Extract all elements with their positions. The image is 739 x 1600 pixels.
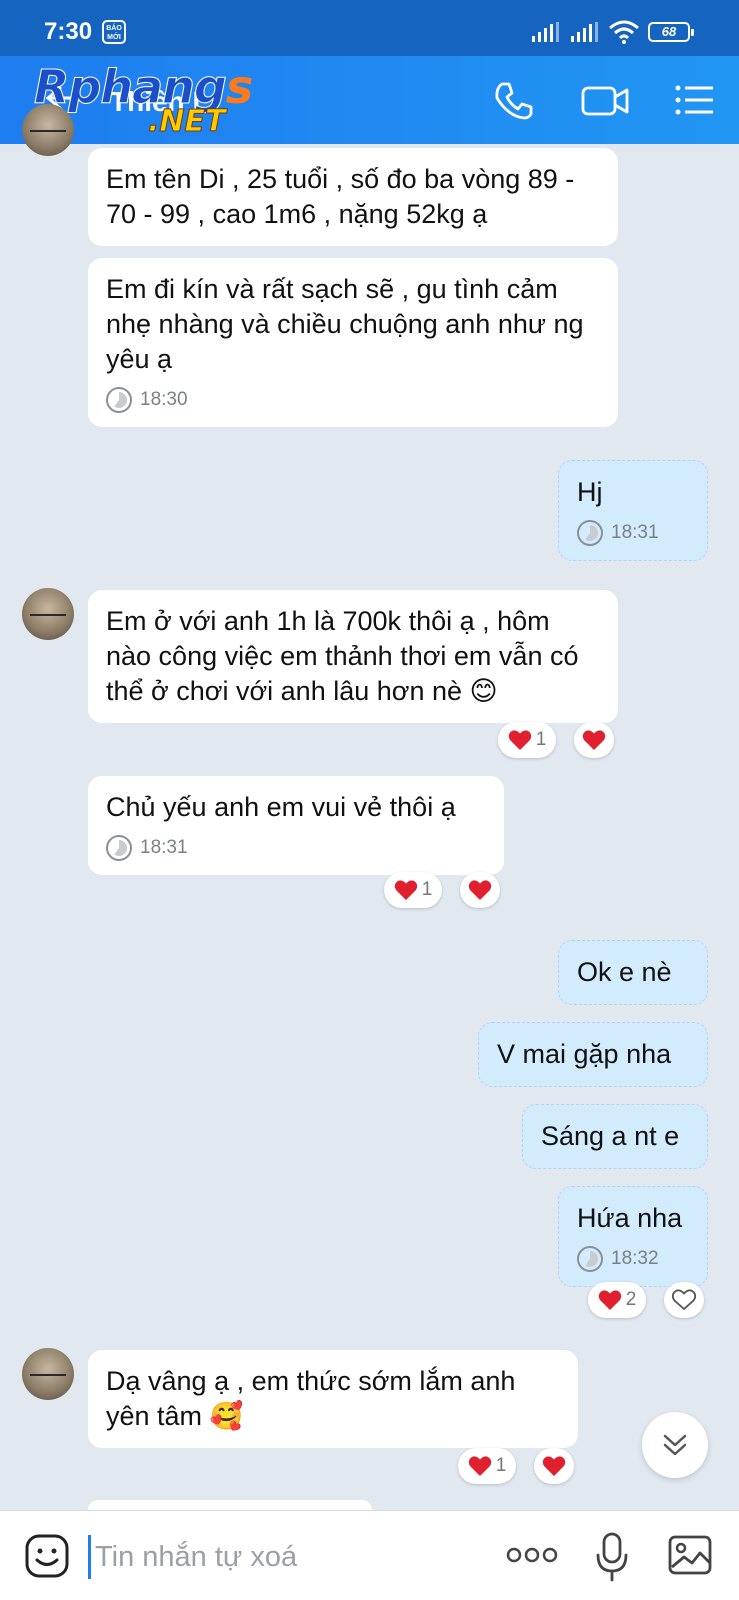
status-time: 7:30 — [44, 18, 93, 45]
message-bubble-incoming[interactable]: Em tên Di , 25 tuổi , số đo ba vòng 89 -… — [88, 148, 618, 246]
message-text: Chủ yếu anh em vui vẻ thôi ạ — [106, 792, 456, 822]
contact-avatar[interactable] — [22, 588, 74, 640]
message-bubble-incoming[interactable]: Em đi kín và rất sạch sẽ , gu tình cảm n… — [88, 258, 618, 427]
reaction-summary[interactable]: 1 — [498, 722, 556, 758]
menu-list-icon[interactable] — [672, 78, 716, 122]
self-destruct-timer-icon — [106, 835, 132, 861]
heart-icon — [468, 1456, 491, 1476]
wifi-icon — [609, 20, 639, 44]
message-time: 18:30 — [140, 389, 188, 410]
message-text: Hứa nha — [577, 1203, 683, 1233]
message-text: V mai gặp nha — [497, 1039, 672, 1069]
message-bubble-outgoing[interactable]: Ok e nè — [558, 940, 708, 1005]
message-bubble-incoming[interactable]: Dạ vâng ạ , em thức sớm lắm anh yên tâm … — [88, 1350, 578, 1448]
message-input-bar: Tin nhắn tự xoá — [0, 1510, 739, 1600]
message-bubble-incoming[interactable]: Chủ yếu anh em vui vẻ thôi ạ 18:31 — [88, 776, 504, 875]
message-meta: 18:31 — [106, 835, 486, 861]
message-bubble-outgoing[interactable]: V mai gặp nha — [478, 1022, 708, 1087]
scroll-to-bottom-button[interactable] — [642, 1412, 708, 1478]
image-gallery-icon[interactable] — [666, 1531, 714, 1579]
message-text: Sáng a nt e — [541, 1121, 680, 1151]
reaction-summary[interactable]: 1 — [458, 1448, 516, 1484]
message-meta: 18:32 — [577, 1246, 689, 1272]
chevron-double-down-icon — [663, 1434, 687, 1456]
message-time: 18:31 — [140, 837, 188, 858]
react-heart-outline-button[interactable] — [664, 1282, 704, 1318]
message-bubble-outgoing[interactable]: Sáng a nt e — [522, 1104, 708, 1169]
news-app-badge: BÁO MỚI — [102, 20, 126, 44]
message-input[interactable]: Tin nhắn tự xoá — [88, 1535, 468, 1579]
status-bar: 7:30 BÁO MỚI 68 — [0, 0, 739, 56]
heart-outline-icon — [672, 1289, 696, 1311]
message-bubble-outgoing[interactable]: Hứa nha 18:32 — [558, 1186, 708, 1287]
heart-icon — [542, 1456, 566, 1476]
reaction-summary[interactable]: 2 — [588, 1282, 646, 1318]
heart-icon — [468, 880, 492, 900]
battery-indicator: 68 — [648, 22, 694, 42]
react-heart-button[interactable] — [534, 1448, 574, 1484]
chat-header: Thiên L Rphangs .NET — [0, 56, 739, 144]
reaction-count: 1 — [421, 879, 433, 900]
contact-avatar[interactable] — [22, 1348, 74, 1400]
message-text: Hj — [577, 477, 603, 507]
message-text: Dạ vâng ạ , em thức sớm lắm anh yên tâm … — [106, 1366, 516, 1431]
reaction-count: 1 — [495, 1455, 507, 1476]
cell-signal-2-icon — [571, 22, 598, 42]
self-destruct-timer-icon — [577, 520, 603, 546]
message-text: Em tên Di , 25 tuổi , số đo ba vòng 89 -… — [106, 164, 575, 229]
self-destruct-timer-icon — [106, 387, 132, 413]
message-time: 18:32 — [611, 1248, 659, 1269]
message-bubble-incoming[interactable]: Em ở với anh 1h là 700k thôi ạ , hôm nào… — [88, 590, 618, 723]
heart-icon — [394, 880, 417, 900]
message-meta: 18:30 — [106, 387, 600, 413]
more-options-icon[interactable] — [506, 1545, 558, 1565]
heart-icon — [598, 1290, 621, 1310]
message-time: 18:31 — [611, 522, 659, 543]
video-call-icon[interactable] — [580, 78, 630, 122]
heart-icon — [508, 730, 531, 750]
message-text: Em đi kín và rất sạch sẽ , gu tình cảm n… — [106, 274, 584, 374]
message-meta: 18:31 — [577, 520, 689, 546]
react-heart-button[interactable] — [574, 722, 614, 758]
react-heart-button[interactable] — [460, 872, 500, 908]
message-text: Ok e nè — [577, 957, 672, 987]
reaction-summary[interactable]: 1 — [384, 872, 442, 908]
reaction-count: 1 — [535, 729, 547, 750]
phone-call-icon[interactable] — [492, 78, 536, 122]
self-destruct-timer-icon — [577, 1246, 603, 1272]
heart-icon — [582, 730, 606, 750]
contact-avatar[interactable] — [22, 104, 74, 156]
cell-signal-icon — [532, 22, 559, 42]
reaction-count: 2 — [625, 1289, 637, 1310]
message-text: Em ở với anh 1h là 700k thôi ạ , hôm nào… — [106, 606, 579, 706]
sticker-emoji-icon[interactable] — [24, 1533, 70, 1579]
message-bubble-outgoing[interactable]: Hj 18:31 — [558, 460, 708, 561]
microphone-icon[interactable] — [594, 1531, 630, 1583]
